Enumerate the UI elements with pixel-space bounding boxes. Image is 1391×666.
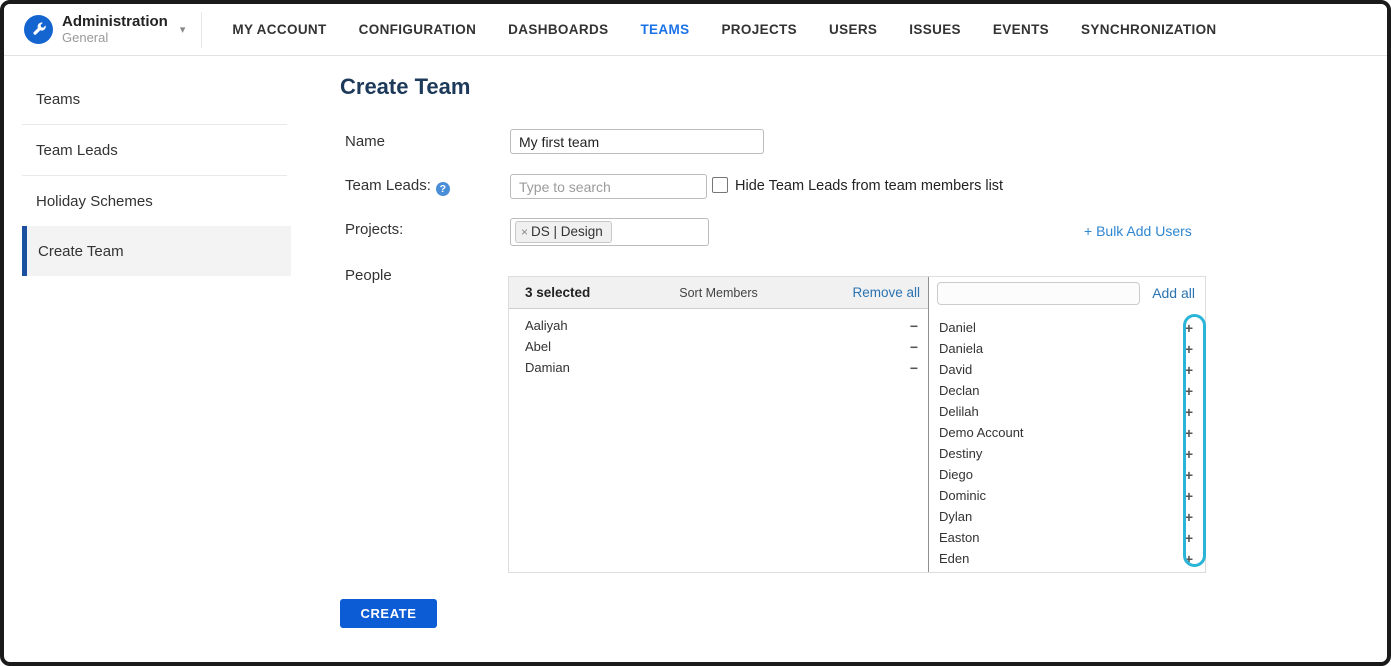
add-member-icon[interactable]: + [1185,552,1193,566]
remove-tag-icon[interactable]: × [521,225,528,239]
add-member-icon[interactable]: + [1185,468,1193,482]
nav-item-teams[interactable]: TEAMS [624,22,705,37]
nav-item-dashboards[interactable]: DASHBOARDS [492,22,624,37]
member-name: Damian [525,360,570,375]
add-member-icon[interactable]: + [1185,363,1193,377]
member-name: David [939,362,972,377]
member-name: Aaliyah [525,318,568,333]
name-input[interactable] [510,129,764,154]
add-member-icon[interactable]: + [1185,510,1193,524]
member-name: Dylan [939,509,972,524]
brand-text: Administration General [62,14,168,46]
team-leads-label-text: Team Leads: [345,177,431,194]
member-name: Dominic [939,488,986,503]
add-member-icon[interactable]: + [1185,426,1193,440]
available-member-row: Diego + [929,464,1205,485]
available-member-row: Dominic + [929,485,1205,506]
name-label: Name [345,133,385,150]
remove-all-link[interactable]: Remove all [852,285,920,300]
add-member-icon[interactable]: + [1185,531,1193,545]
projects-input[interactable]: × DS | Design [510,218,709,246]
member-name: Demo Account [939,425,1024,440]
available-members-list[interactable]: Daniel + Daniela + David + Declan + Deli… [929,309,1205,572]
team-leads-search-input[interactable] [510,174,707,199]
settings-sidebar: Teams Team Leads Holiday Schemes Create … [22,74,291,276]
add-member-icon[interactable]: + [1185,384,1193,398]
selected-members-list: Aaliyah − Abel − Damian − [509,309,928,572]
nav-item-synchronization[interactable]: SYNCHRONIZATION [1065,22,1233,37]
available-member-row: David + [929,359,1205,380]
page-title: Create Team [340,74,470,100]
member-name: Daniel [939,320,976,335]
admin-window: Administration General ▾ MY ACCOUNT CONF… [0,0,1391,666]
sidebar-item-team-leads[interactable]: Team Leads [22,125,291,175]
available-member-row: Dylan + [929,506,1205,527]
nav-item-issues[interactable]: ISSUES [893,22,977,37]
create-button[interactable]: CREATE [340,599,437,628]
available-members-panel: Add all Daniel + Daniela + David + Decla… [928,277,1205,572]
available-member-row: Demo Account + [929,422,1205,443]
available-member-row: Eden + [929,548,1205,569]
hide-team-leads-label[interactable]: Hide Team Leads from team members list [735,178,1003,194]
nav-item-events[interactable]: EVENTS [977,22,1065,37]
member-name: Delilah [939,404,979,419]
sidebar-item-teams[interactable]: Teams [22,74,291,124]
selected-members-header: 3 selected Sort Members Remove all [509,277,928,309]
member-name: Daniela [939,341,983,356]
brand-subtitle: General [62,31,168,45]
remove-member-icon[interactable]: − [910,319,918,333]
chevron-down-icon[interactable]: ▾ [180,23,186,36]
available-member-row: Delilah + [929,401,1205,422]
nav-item-my-account[interactable]: MY ACCOUNT [216,22,342,37]
help-icon[interactable]: ? [436,182,450,196]
member-name: Destiny [939,446,982,461]
navbar-divider [201,12,202,48]
project-tag-label: DS | Design [531,224,603,239]
navbar-menu: MY ACCOUNT CONFIGURATION DASHBOARDS TEAM… [216,22,1232,37]
projects-label: Projects: [345,221,403,238]
member-name: Diego [939,467,973,482]
brand-title: Administration [62,14,168,31]
add-member-icon[interactable]: + [1185,342,1193,356]
available-member-row: Destiny + [929,443,1205,464]
selected-member-row: Damian − [509,357,928,378]
sidebar-item-create-team[interactable]: Create Team [22,226,291,276]
available-member-row: Daniel + [929,317,1205,338]
admin-brand-menu[interactable]: Administration General ▾ [4,14,185,46]
people-picker-panel: 3 selected Sort Members Remove all Aaliy… [508,276,1206,573]
selected-member-row: Aaliyah − [509,315,928,336]
member-name: Easton [939,530,979,545]
available-member-row: Easton + [929,527,1205,548]
add-member-icon[interactable]: + [1185,321,1193,335]
available-member-row: Declan + [929,380,1205,401]
nav-item-configuration[interactable]: CONFIGURATION [343,22,493,37]
remove-member-icon[interactable]: − [910,361,918,375]
top-navbar: Administration General ▾ MY ACCOUNT CONF… [4,4,1387,56]
nav-item-users[interactable]: USERS [813,22,893,37]
available-member-row: Daniela + [929,338,1205,359]
project-tag: × DS | Design [515,221,612,243]
add-member-icon[interactable]: + [1185,447,1193,461]
member-search-input[interactable] [937,282,1140,305]
wrench-logo-icon [24,15,53,44]
remove-member-icon[interactable]: − [910,340,918,354]
nav-item-projects[interactable]: PROJECTS [705,22,813,37]
bulk-add-users-link[interactable]: + Bulk Add Users [1084,223,1192,239]
member-name: Declan [939,383,979,398]
selected-members-panel: 3 selected Sort Members Remove all Aaliy… [509,277,928,572]
add-member-icon[interactable]: + [1185,489,1193,503]
add-member-icon[interactable]: + [1185,405,1193,419]
member-name: Eden [939,551,969,566]
team-leads-label: Team Leads:? [345,177,450,196]
available-members-header: Add all [929,277,1205,309]
add-all-link[interactable]: Add all [1152,285,1195,301]
sidebar-item-holiday-schemes[interactable]: Holiday Schemes [22,176,291,226]
member-name: Abel [525,339,551,354]
hide-team-leads-checkbox[interactable] [712,177,728,193]
selected-member-row: Abel − [509,336,928,357]
people-label: People [345,267,392,284]
